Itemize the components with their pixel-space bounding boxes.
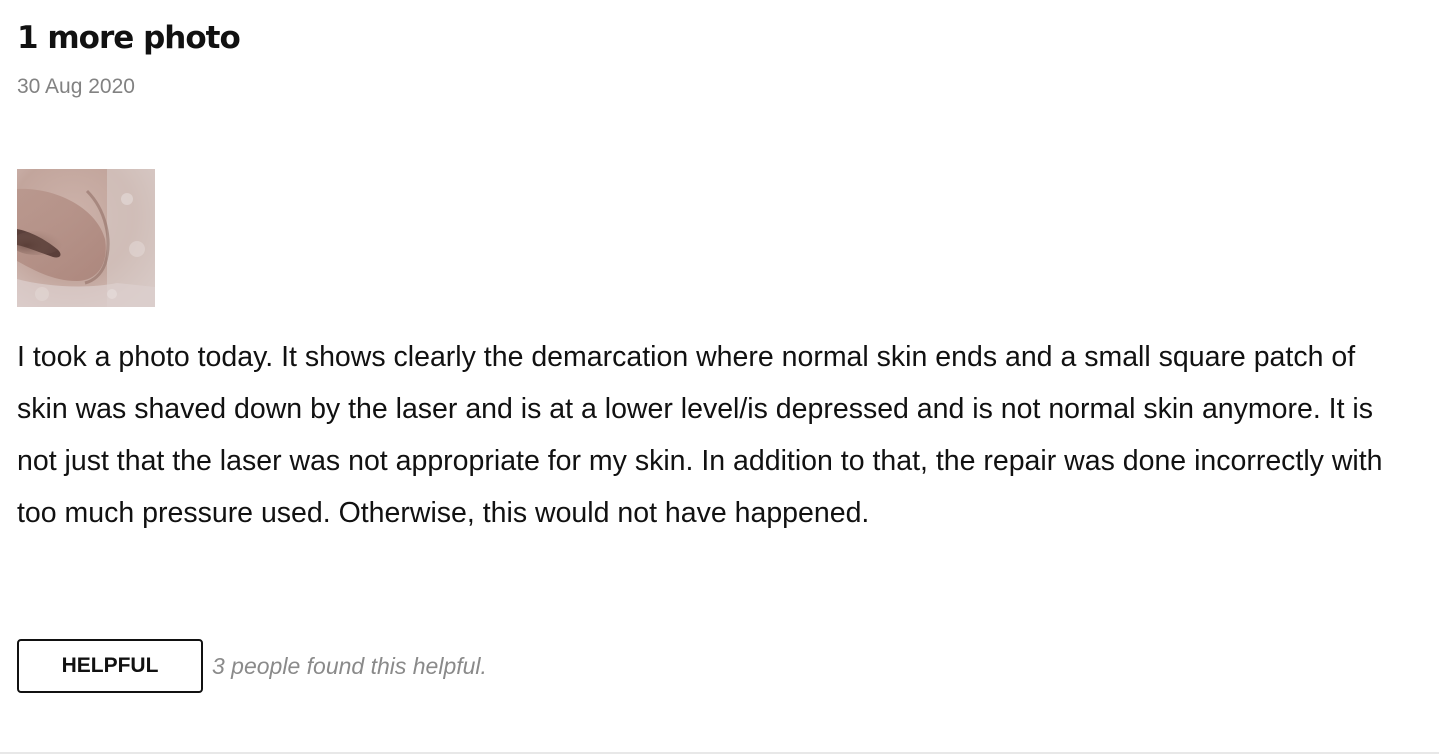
review-body-text: I took a photo today. It shows clearly t…: [17, 341, 1383, 529]
review-date: 30 Aug 2020: [17, 75, 135, 98]
review-title: 1 more photo: [17, 20, 241, 56]
review-photo-thumbnail[interactable]: [17, 169, 155, 307]
review-post: 1 more photo 30 Aug 2020 I took a photo …: [17, 0, 1417, 754]
helpful-button[interactable]: HELPFUL: [17, 639, 203, 693]
helpful-count-text: 3 people found this helpful.: [212, 653, 487, 679]
